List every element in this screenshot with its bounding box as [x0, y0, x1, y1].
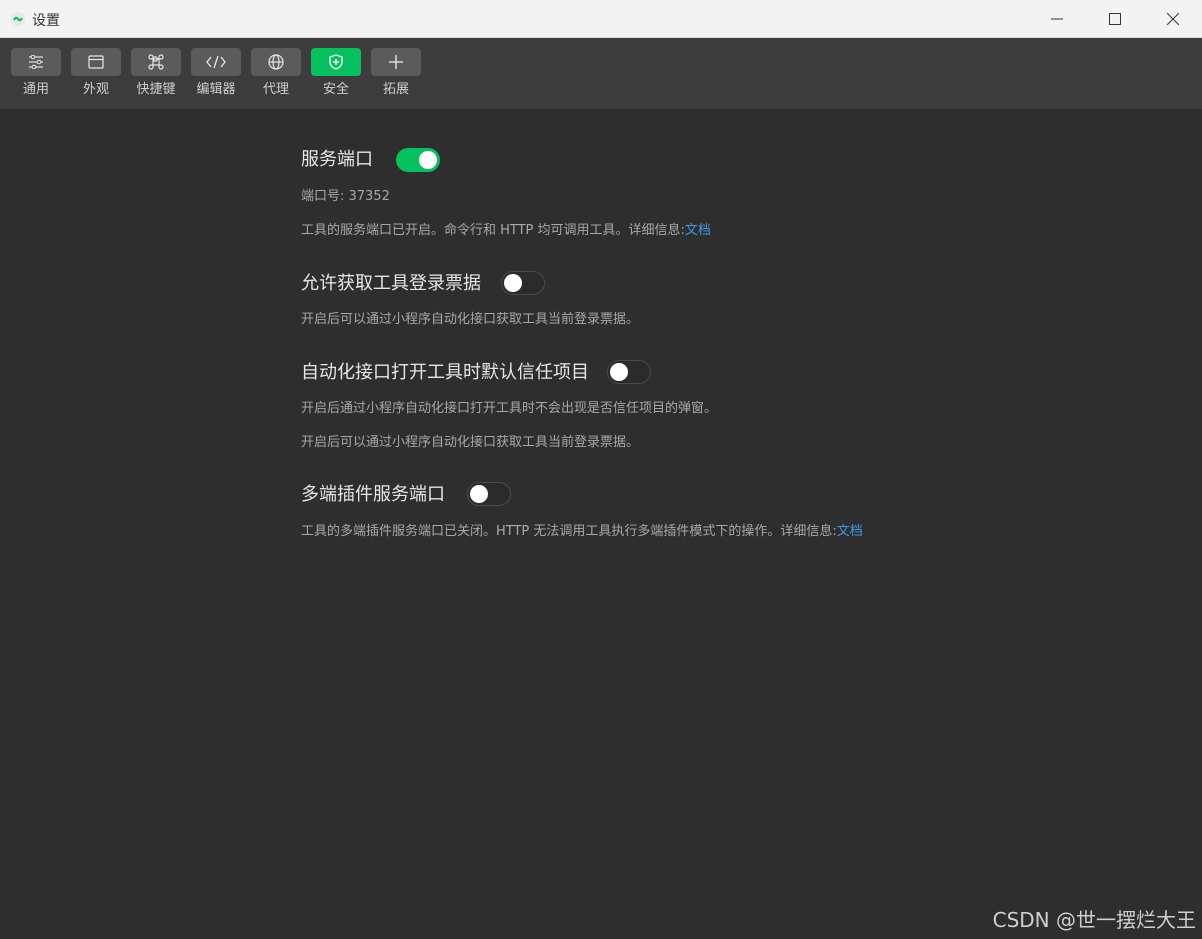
close-icon	[1167, 13, 1179, 25]
multi-plugin-port-title: 多端插件服务端口	[301, 484, 445, 505]
port-number-text: 端口号: 37352	[301, 189, 390, 204]
multi-plugin-port-desc-text: 工具的多端插件服务端口已关闭。HTTP 无法调用工具执行多端插件模式下的操作。详…	[301, 524, 837, 539]
app-logo-icon	[11, 12, 25, 26]
toggle-knob	[610, 363, 628, 381]
title-bar: 设置	[0, 0, 1202, 38]
tab-general-label: 通用	[22, 82, 49, 97]
window-title: 设置	[32, 13, 60, 29]
sliders-icon	[29, 55, 43, 69]
settings-toolbar: 通用 外观 快捷键 编辑器 代理 安全 拓展	[0, 38, 1202, 110]
minimize-icon	[1051, 18, 1063, 20]
toggle-knob	[419, 151, 437, 169]
service-port-desc: 工具的服务端口已开启。命令行和 HTTP 均可调用工具。详细信息:文档	[301, 223, 711, 239]
allow-ticket-title: 允许获取工具登录票据	[301, 273, 481, 294]
tab-extensions[interactable]: 拓展	[371, 48, 421, 104]
auto-trust-desc-1: 开启后通过小程序自动化接口打开工具时不会出现是否信任项目的弹窗。	[301, 401, 718, 416]
maximize-icon	[1109, 13, 1121, 25]
tab-security[interactable]: 安全	[311, 48, 361, 104]
service-port-docs-link[interactable]: 文档	[685, 223, 711, 238]
minimize-button[interactable]	[1028, 0, 1086, 38]
tab-shortcuts-button[interactable]	[131, 48, 181, 76]
allow-ticket-desc: 开启后可以通过小程序自动化接口获取工具当前登录票据。	[301, 312, 640, 327]
auto-trust-title: 自动化接口打开工具时默认信任项目	[301, 362, 589, 383]
tab-proxy-button[interactable]	[251, 48, 301, 76]
service-port-desc-text: 工具的服务端口已开启。命令行和 HTTP 均可调用工具。详细信息:	[301, 223, 685, 238]
tab-editor[interactable]: 编辑器	[191, 48, 241, 104]
tab-shortcuts-label: 快捷键	[136, 82, 176, 97]
tab-appearance-button[interactable]	[71, 48, 121, 76]
service-port-toggle[interactable]	[396, 148, 440, 172]
tab-editor-button[interactable]	[191, 48, 241, 76]
auto-trust-desc-2: 开启后可以通过小程序自动化接口获取工具当前登录票据。	[301, 435, 640, 450]
auto-trust-toggle[interactable]	[607, 360, 651, 384]
shield-icon	[329, 54, 343, 70]
multi-plugin-port-docs-link[interactable]: 文档	[837, 524, 863, 539]
service-port-title: 服务端口	[301, 149, 373, 170]
tab-proxy[interactable]: 代理	[251, 48, 301, 104]
close-button[interactable]	[1144, 0, 1202, 38]
window-icon	[88, 55, 104, 69]
allow-ticket-toggle[interactable]	[501, 271, 545, 295]
command-key-icon	[148, 54, 164, 70]
watermark: CSDN @世一摆烂大王	[992, 908, 1196, 932]
tab-appearance-label: 外观	[82, 82, 109, 97]
tab-extensions-button[interactable]	[371, 48, 421, 76]
tab-extensions-label: 拓展	[382, 82, 409, 97]
toggle-knob	[504, 274, 522, 292]
maximize-button[interactable]	[1086, 0, 1144, 38]
tab-security-button[interactable]	[311, 48, 361, 76]
tab-appearance[interactable]: 外观	[71, 48, 121, 104]
tab-proxy-label: 代理	[262, 82, 289, 97]
tab-security-label: 安全	[322, 82, 349, 97]
tab-editor-label: 编辑器	[196, 82, 236, 97]
multi-plugin-port-toggle[interactable]	[467, 482, 511, 506]
code-icon	[206, 55, 226, 69]
tab-general-button[interactable]	[11, 48, 61, 76]
tab-general[interactable]: 通用	[11, 48, 61, 104]
multi-plugin-port-desc: 工具的多端插件服务端口已关闭。HTTP 无法调用工具执行多端插件模式下的操作。详…	[301, 524, 863, 540]
globe-icon	[268, 54, 284, 70]
plus-icon	[389, 55, 403, 69]
tab-shortcuts[interactable]: 快捷键	[131, 48, 181, 104]
toggle-knob	[470, 485, 488, 503]
